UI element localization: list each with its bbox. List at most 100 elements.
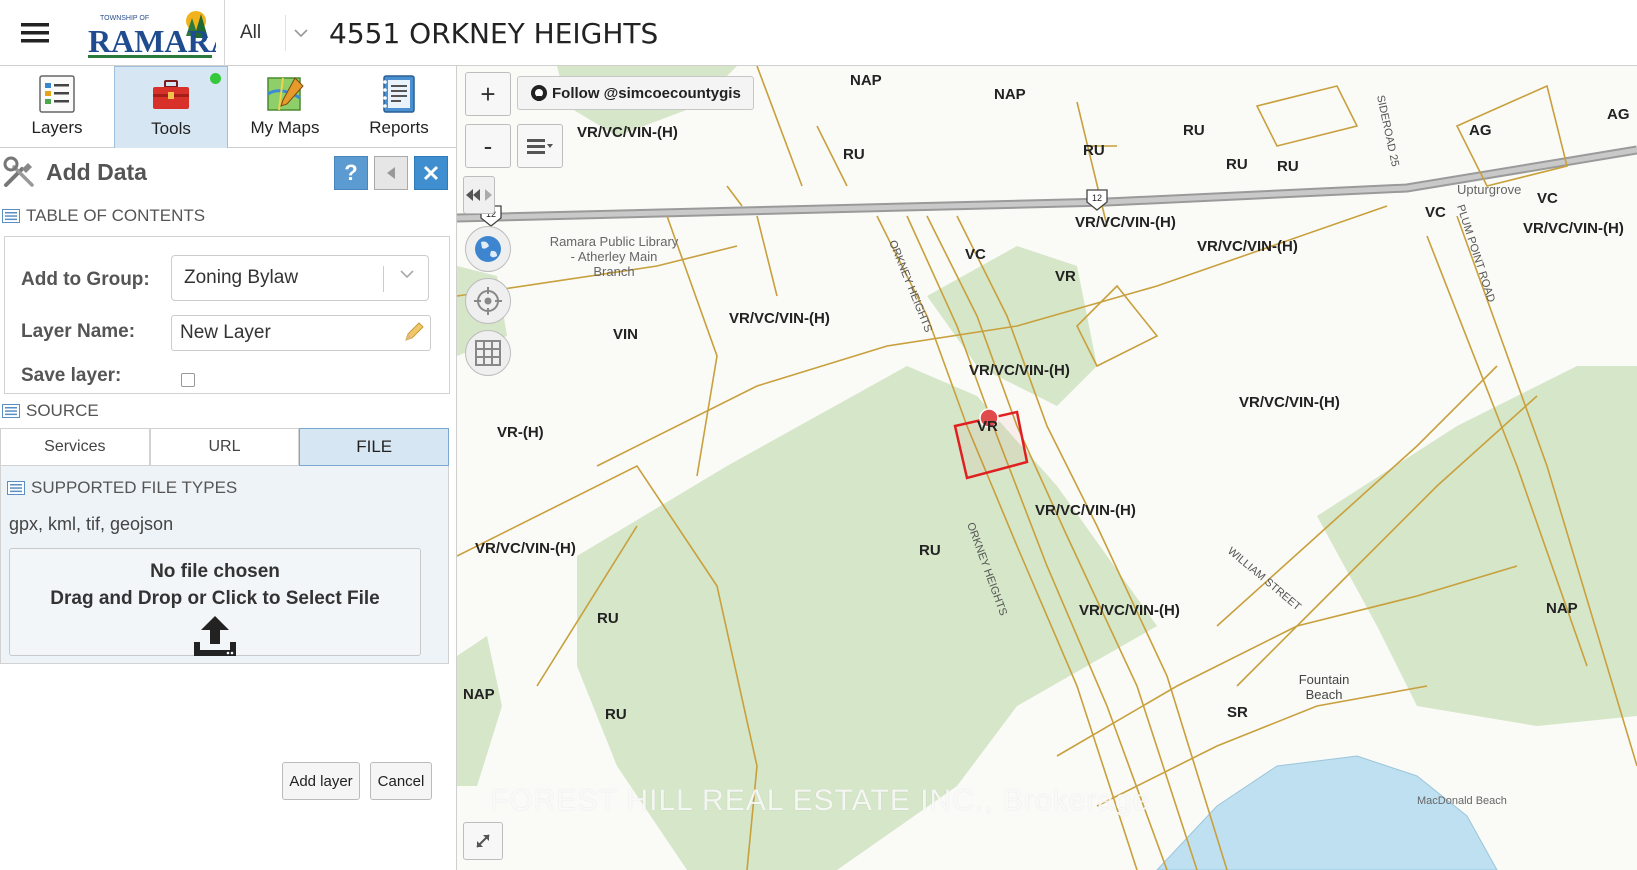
zone-label: RU (1226, 156, 1248, 173)
globe-button[interactable] (465, 226, 511, 272)
follow-label: Follow @simcoecountygis (552, 84, 741, 102)
tab-tools-label: Tools (151, 119, 191, 138)
collapse-panel-button[interactable] (463, 176, 495, 214)
road-label-orkney-north: ORKNEY HEIGHTS (886, 239, 934, 335)
add-to-group-select[interactable]: Zoning Bylaw (171, 255, 429, 301)
cancel-button[interactable]: Cancel (370, 762, 432, 800)
add-to-group-label: Add to Group: (21, 269, 150, 290)
zone-label: VR/VC/VIN-(H) (1075, 214, 1176, 231)
toolbox-icon (153, 80, 189, 109)
ramara-logo[interactable]: TOWNSHIP OF RAMARA (86, 6, 234, 62)
road-label-plum-point: PLUM POINT ROAD (1454, 203, 1497, 304)
zone-label: VR/VC/VIN-(H) (1197, 238, 1298, 255)
file-dropzone[interactable]: No file chosen Drag and Drop or Click to… (9, 548, 421, 656)
list-icon (2, 404, 20, 418)
tab-my-maps-label: My Maps (250, 118, 320, 137)
place-label-fountain-beach: Fountain Beach (1298, 672, 1350, 702)
zone-label: RU (597, 610, 619, 627)
search-bar: All (224, 0, 1637, 66)
back-button[interactable] (374, 156, 408, 190)
active-indicator-dot (210, 73, 221, 84)
grid-button[interactable] (465, 330, 511, 376)
source-tab-file[interactable]: FILE (299, 428, 450, 466)
source-tab-url[interactable]: URL (149, 428, 300, 466)
zoom-out-button[interactable]: - (465, 124, 511, 168)
toc-section-title: TABLE OF CONTENTS (26, 206, 206, 225)
source-section-title: SOURCE (26, 401, 99, 420)
reports-icon (383, 75, 415, 113)
my-maps-icon (267, 77, 304, 111)
highway-shield-icon: 12 (1086, 189, 1108, 211)
logo-top-text: TOWNSHIP OF (100, 15, 149, 22)
file-source-pane: SUPPORTED FILE TYPES gpx, kml, tif, geoj… (0, 466, 449, 664)
zone-label-subject-parcel: VR (977, 418, 998, 435)
select-divider (383, 266, 384, 292)
zone-label: VR/VC/VIN-(H) (1079, 602, 1180, 619)
panel-title-bar: Add Data ? (0, 148, 456, 196)
expand-icon (476, 834, 490, 848)
list-icon (7, 481, 25, 495)
tab-layers[interactable]: Layers (0, 66, 114, 148)
zone-label: VIN (613, 326, 639, 343)
globe-icon (475, 236, 501, 262)
search-scope-select[interactable]: All (225, 22, 285, 44)
zone-label: NAP (850, 72, 882, 89)
tab-tools[interactable]: Tools (114, 66, 228, 148)
side-panel: Layers Tools My Maps Reports Add Data ? … (0, 66, 457, 870)
layer-name-input[interactable] (171, 315, 431, 351)
search-input[interactable] (315, 8, 1637, 58)
zone-label: NAP (463, 686, 495, 703)
watermark-text: FOREST HILL REAL ESTATE INC., Brokerage (490, 784, 1151, 817)
source-tabs: Services URL FILE (0, 428, 450, 466)
zone-label: VR/VC/VIN-(H) (577, 124, 678, 141)
zone-label: RU (1083, 142, 1105, 159)
tab-reports-label: Reports (369, 118, 429, 137)
zone-label: AG (1469, 122, 1492, 139)
zone-label: VR (1055, 268, 1076, 285)
panel-title: Add Data (46, 158, 147, 185)
source-section-header: SOURCE (0, 394, 456, 428)
zone-label: RU (605, 706, 627, 723)
toc-form: Add to Group: Zoning Bylaw Layer Name: S… (4, 236, 450, 394)
hamburger-icon[interactable] (0, 0, 70, 66)
grid-icon (475, 340, 501, 366)
source-tab-services[interactable]: Services (0, 428, 150, 466)
zone-label: VR/VC/VIN-(H) (969, 362, 1070, 379)
zone-label: VR-(H) (497, 424, 544, 441)
zone-label: RU (1277, 158, 1299, 175)
layers-icon (39, 75, 75, 113)
zone-label: VR/VC/VIN-(H) (1035, 502, 1136, 519)
basemap-menu-button[interactable] (517, 124, 563, 168)
zone-label: VR/VC/VIN-(H) (1239, 394, 1340, 411)
save-layer-label: Save layer: (21, 365, 122, 386)
zone-label: RU (1183, 122, 1205, 139)
locate-button[interactable] (465, 278, 511, 324)
zone-label: VC (965, 246, 986, 263)
zone-label: AG (1607, 106, 1630, 123)
github-icon (531, 85, 547, 101)
chevron-down-icon[interactable] (285, 15, 315, 51)
double-arrow-icon (466, 189, 492, 201)
road-label-sideroad: SIDEROAD 25 (1374, 94, 1401, 168)
panel-tabs: Layers Tools My Maps Reports (0, 66, 456, 148)
add-layer-button[interactable]: Add layer (282, 762, 360, 800)
dropzone-instruction: Drag and Drop or Click to Select File (50, 588, 380, 609)
zone-label: VC (1537, 190, 1558, 207)
map-view[interactable]: 12 12 ORKNEY HEIGHTS ORKNEY HEIGHTS SIDE… (457, 66, 1637, 870)
fullscreen-button[interactable] (463, 822, 503, 860)
zone-label: VR/VC/VIN-(H) (1523, 220, 1624, 237)
logo-name-text: RAMARA (88, 23, 216, 59)
close-button[interactable] (414, 156, 448, 190)
place-label-macdonald-beach: MacDonald Beach (1417, 795, 1507, 807)
help-button[interactable]: ? (334, 156, 368, 190)
tab-my-maps[interactable]: My Maps (228, 66, 342, 148)
close-icon (423, 165, 439, 181)
tab-layers-label: Layers (31, 118, 83, 137)
zoom-in-button[interactable]: + (465, 72, 511, 116)
lake-water (1156, 755, 1498, 870)
pencil-icon[interactable] (403, 321, 425, 343)
follow-github-button[interactable]: Follow @simcoecountygis (517, 76, 754, 110)
tab-reports[interactable]: Reports (342, 66, 456, 148)
save-layer-checkbox[interactable] (181, 373, 195, 387)
zone-label: RU (843, 146, 865, 163)
